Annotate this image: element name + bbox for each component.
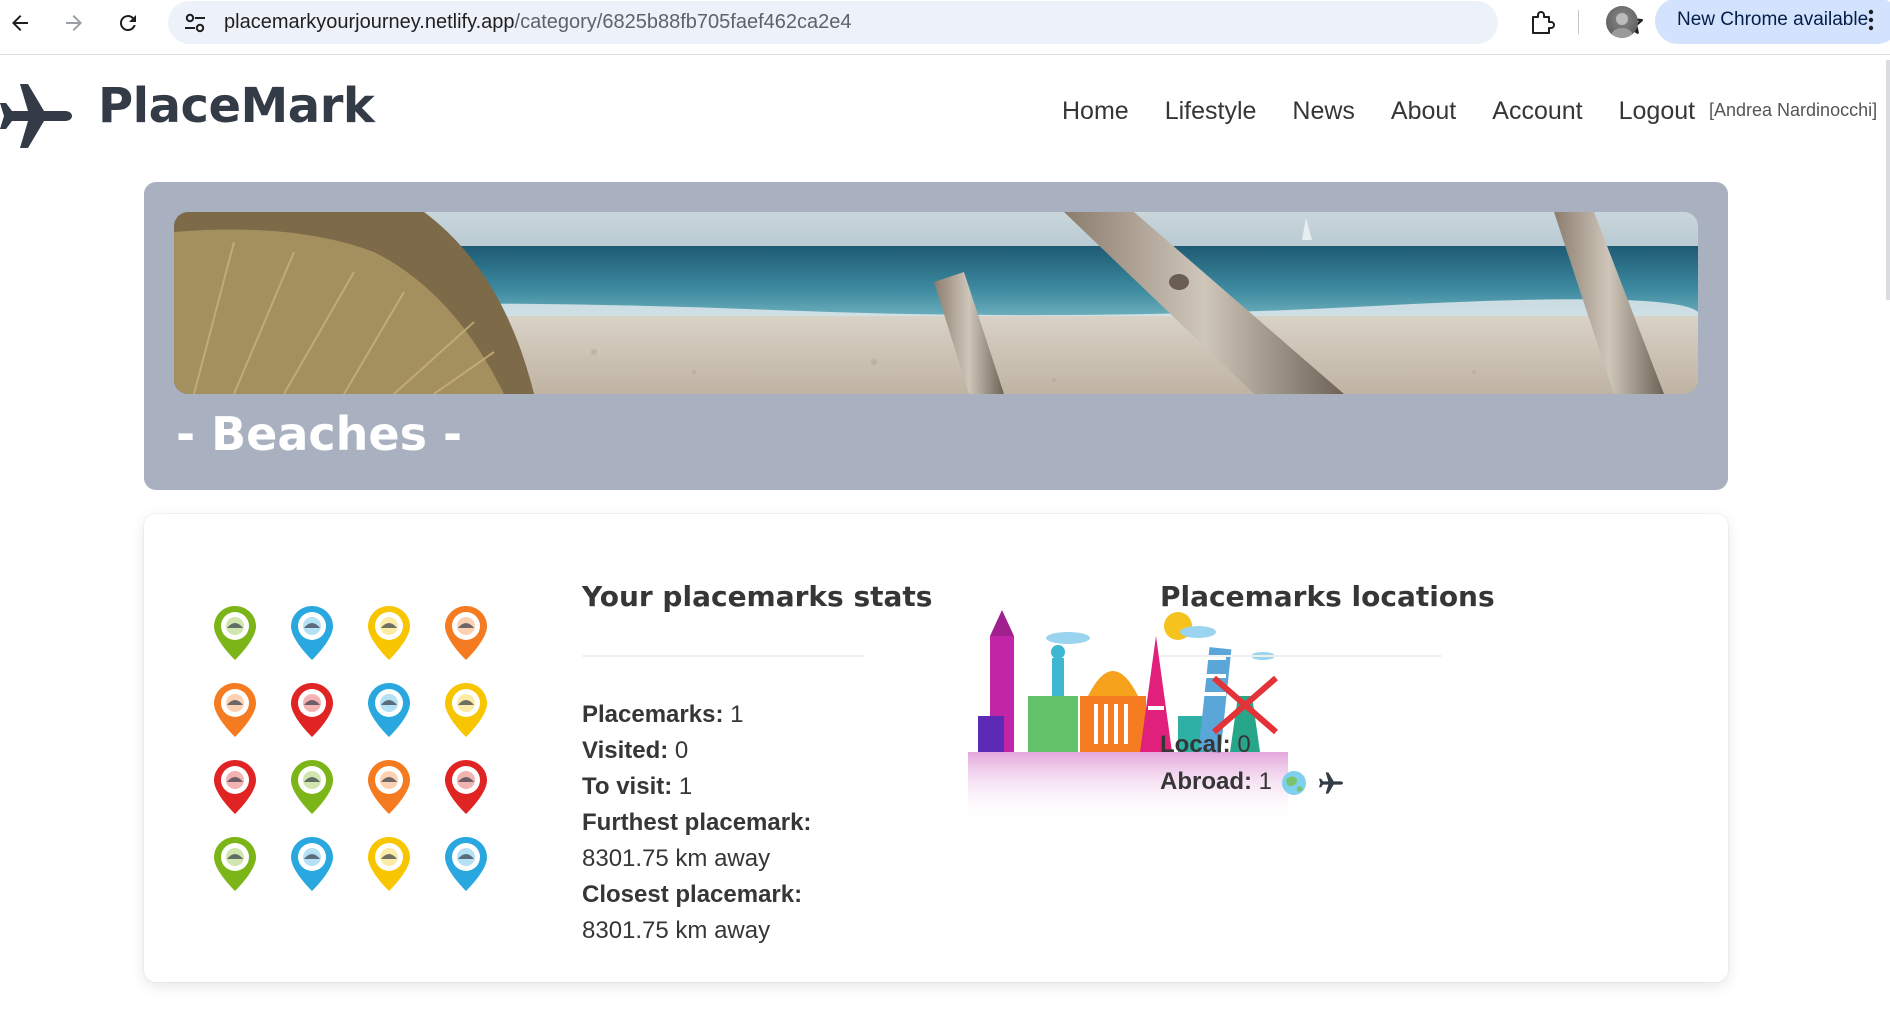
hut-pin-icon [445, 837, 487, 891]
swimmer-pin-icon [445, 606, 487, 660]
stat-placemarks-value: 1 [730, 701, 744, 728]
category-title: - Beaches - [176, 407, 463, 461]
back-arrow-icon[interactable] [2, 5, 38, 41]
boat-pin-icon [214, 606, 256, 660]
toolbar-divider [1578, 10, 1579, 34]
stat-furthest-value: 8301.75 km away [582, 845, 771, 872]
stats-card: Your placemarks stats Placemarks: 1 Visi… [144, 514, 1728, 982]
stat-closest-label: Closest placemark: [582, 877, 802, 913]
umbrella-pin-icon [368, 606, 410, 660]
site-navbar: PlaceMark Home Lifestyle News About Acco… [0, 54, 1890, 168]
lifeguard-pin-icon [291, 683, 333, 737]
locations-title: Placemarks locations [1160, 580, 1495, 613]
reload-icon[interactable] [110, 5, 146, 41]
menu-lifestyle[interactable]: Lifestyle [1165, 96, 1257, 126]
stat-closest-value: 8301.75 km away [582, 917, 771, 944]
menu-home[interactable]: Home [1062, 96, 1129, 126]
stat-visited: Visited: 0 [582, 733, 688, 769]
stat-local: Local: 0 [1160, 727, 1251, 763]
stat-abroad-label: Abroad: [1160, 768, 1252, 795]
chrome-update-button[interactable]: New Chrome available [1655, 0, 1890, 44]
stat-to-visit-value: 1 [678, 773, 693, 800]
address-bar[interactable]: placemarkyourjourney.netlify.app/categor… [168, 1, 1643, 44]
menu-account[interactable]: Account [1492, 96, 1582, 126]
stat-local-label: Local: [1160, 731, 1231, 758]
browser-toolbar: placemarkyourjourney.netlify.app/categor… [0, 0, 1890, 55]
main-menu: Home Lifestyle News About Account Logout [1062, 96, 1731, 126]
volleyball-pin-icon [214, 683, 256, 737]
stat-furthest-label-text: Furthest placemark: [582, 809, 812, 836]
menu-about[interactable]: About [1391, 96, 1456, 126]
raft-pin-icon [368, 760, 410, 814]
stat-furthest-label: Furthest placemark: [582, 805, 811, 841]
beach-banner-image [174, 212, 1698, 394]
diver-pin-icon [368, 837, 410, 891]
cocktail-pin-icon [445, 683, 487, 737]
surfer-pin-icon [214, 760, 256, 814]
plane-logo-icon[interactable] [0, 74, 78, 158]
menu-logout[interactable]: Logout [1619, 96, 1695, 126]
stat-closest-label-text: Closest placemark: [582, 881, 803, 908]
stat-placemarks-label: Placemarks: [582, 701, 724, 728]
duck-float-pin-icon [368, 683, 410, 737]
stat-placemarks: Placemarks: 1 [582, 697, 743, 733]
extensions-icon[interactable] [1525, 5, 1559, 39]
chrome-update-label: New Chrome available [1677, 9, 1869, 30]
stat-to-visit-label: To visit: [582, 773, 673, 800]
profile-avatar[interactable] [1606, 6, 1638, 38]
deck-chair-pin-icon [214, 837, 256, 891]
category-pin-icons [212, 604, 542, 914]
boat-trip-pin-icon [291, 837, 333, 891]
site-settings-icon[interactable] [182, 10, 208, 36]
kitesurf-pin-icon [291, 760, 333, 814]
jet-ski-pin-icon [291, 606, 333, 660]
brand-title[interactable]: PlaceMark [98, 76, 375, 136]
menu-news[interactable]: News [1292, 96, 1355, 126]
url-text[interactable]: placemarkyourjourney.netlify.app/categor… [224, 1, 851, 44]
more-vert-icon[interactable] [1867, 8, 1875, 32]
globe-icon [1281, 770, 1306, 795]
forward-arrow-icon[interactable] [56, 5, 92, 41]
logged-user-name: [Andrea Nardinocchi] [1709, 100, 1878, 120]
shirt-pin-icon [445, 760, 487, 814]
category-hero: - Beaches - [144, 182, 1728, 490]
stat-to-visit: To visit: 1 [582, 769, 692, 805]
stat-abroad: Abroad: 1 [1160, 764, 1347, 800]
stat-local-value: 0 [1237, 731, 1251, 758]
stats-title: Your placemarks stats [582, 580, 933, 613]
stat-abroad-value: 1 [1258, 768, 1273, 795]
stat-visited-value: 0 [674, 737, 689, 764]
stats-divider [582, 655, 864, 657]
url-path: /category/6825b88fb705faef462ca2e4 [514, 11, 852, 33]
airplane-icon [1319, 771, 1344, 794]
stat-visited-label: Visited: [582, 737, 669, 764]
locations-divider [1160, 655, 1442, 657]
url-host: placemarkyourjourney.netlify.app [224, 11, 515, 33]
